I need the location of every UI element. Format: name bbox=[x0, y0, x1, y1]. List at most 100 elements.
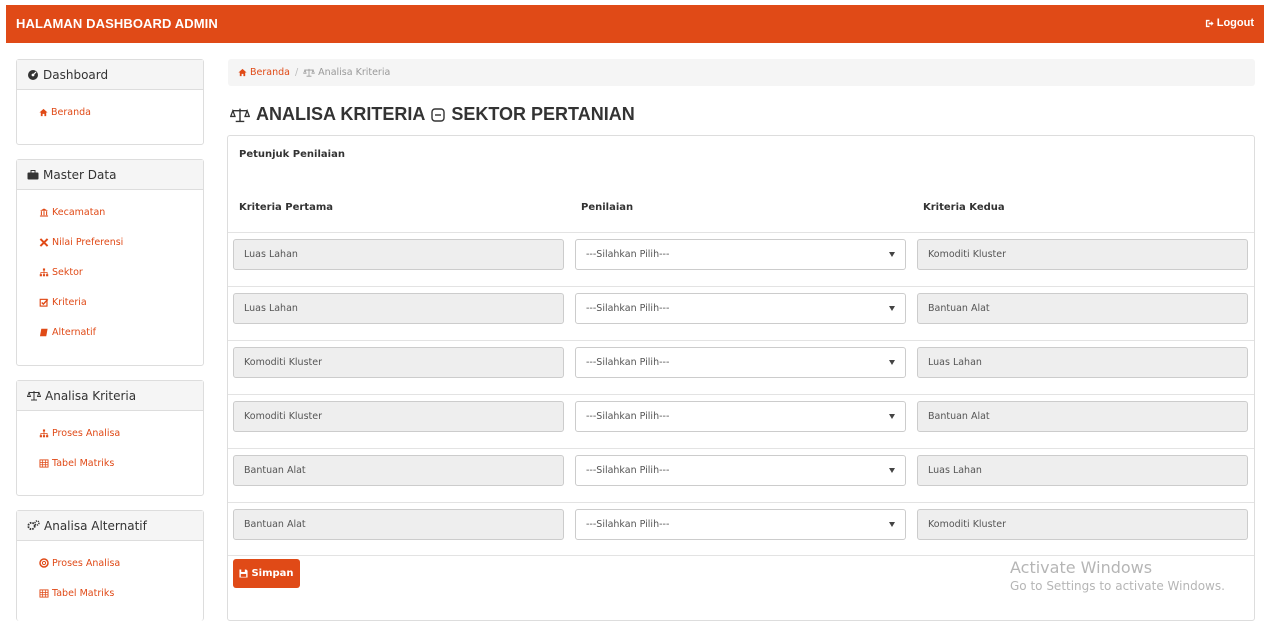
caret-down-icon bbox=[889, 414, 895, 419]
kriteria-pertama-field: Luas Lahan bbox=[233, 293, 564, 324]
penilaian-select[interactable]: ---Silahkan Pilih--- bbox=[575, 239, 906, 270]
analysis-form-card: Petunjuk Penilaian Kriteria Pertama Peni… bbox=[227, 135, 1255, 621]
penilaian-select[interactable]: ---Silahkan Pilih--- bbox=[575, 509, 906, 540]
breadcrumb-separator: / bbox=[294, 67, 299, 78]
balance-scale-icon bbox=[303, 68, 316, 77]
check-square-icon bbox=[39, 298, 49, 307]
sidebar-item-label: Tabel Matriks bbox=[52, 457, 115, 469]
penilaian-select-value: ---Silahkan Pilih--- bbox=[586, 465, 670, 476]
sidebar-item-label: Kecamatan bbox=[52, 206, 106, 218]
page-title: ANALISA KRITERIA SEKTOR PERTANIAN bbox=[230, 104, 635, 125]
penilaian-select-value: ---Silahkan Pilih--- bbox=[586, 303, 670, 314]
table-icon bbox=[39, 458, 49, 468]
kriteria-pertama-field: Bantuan Alat bbox=[233, 455, 564, 486]
sidebar-item-label: Beranda bbox=[51, 106, 91, 118]
sitemap-icon bbox=[39, 267, 49, 277]
table-icon bbox=[39, 588, 49, 598]
sidebar-item-nilai-preferensi[interactable]: Nilai Preferensi bbox=[39, 227, 203, 257]
penilaian-select[interactable]: ---Silahkan Pilih--- bbox=[575, 455, 906, 486]
panel-title: Master Data bbox=[43, 167, 117, 182]
sidebar-item-label: Tabel Matriks bbox=[52, 587, 115, 599]
tachometer-icon bbox=[27, 69, 39, 80]
penilaian-select[interactable]: ---Silahkan Pilih--- bbox=[575, 293, 906, 324]
penilaian-select[interactable]: ---Silahkan Pilih--- bbox=[575, 347, 906, 378]
penilaian-select-value: ---Silahkan Pilih--- bbox=[586, 357, 670, 368]
sidebar-item-proses-analisa-kriteria[interactable]: Proses Analisa bbox=[39, 418, 203, 448]
caret-down-icon bbox=[889, 252, 895, 257]
logout-label: Logout bbox=[1216, 17, 1254, 29]
sidebar-item-label: Alternatif bbox=[52, 326, 96, 338]
sidebar-item-kriteria[interactable]: Kriteria bbox=[39, 287, 203, 317]
panel-title: Analisa Kriteria bbox=[45, 388, 137, 403]
caret-down-icon bbox=[889, 522, 895, 527]
save-button[interactable]: Simpan bbox=[233, 559, 300, 588]
kriteria-pertama-field: Bantuan Alat bbox=[233, 509, 564, 540]
panel-heading: Analisa Alternatif bbox=[17, 511, 203, 541]
breadcrumb-current: Analisa Kriteria bbox=[303, 67, 390, 78]
comparison-row: Komoditi Kluster ---Silahkan Pilih--- Lu… bbox=[228, 340, 1254, 394]
penilaian-select-value: ---Silahkan Pilih--- bbox=[586, 249, 670, 260]
minus-square-icon bbox=[431, 107, 446, 122]
panel-heading: Master Data bbox=[17, 160, 203, 190]
sidebar-item-label: Kriteria bbox=[52, 296, 87, 308]
briefcase-icon bbox=[27, 169, 39, 180]
top-navbar: HALAMAN DASHBOARD ADMIN Logout bbox=[6, 5, 1264, 43]
sidebar-panel-analisa-kriteria: Analisa Kriteria Proses Analisa Tabel Ma… bbox=[16, 380, 204, 496]
panel-title: Analisa Alternatif bbox=[44, 518, 147, 533]
activate-windows-watermark: Activate Windows Go to Settings to activ… bbox=[1010, 558, 1225, 593]
floppy-disk-icon bbox=[239, 569, 249, 578]
breadcrumb-home-label: Beranda bbox=[250, 67, 290, 78]
sidebar-item-beranda[interactable]: Beranda bbox=[39, 97, 203, 127]
watermark-title: Activate Windows bbox=[1010, 558, 1153, 577]
kriteria-pertama-field: Komoditi Kluster bbox=[233, 401, 564, 432]
balance-scale-icon bbox=[27, 390, 41, 401]
column-header-kriteria-kedua: Kriteria Kedua bbox=[923, 202, 1005, 213]
sidebar-panel-master-data: Master Data Kecamatan Nilai Preferensi S… bbox=[16, 159, 204, 366]
page-title-main: ANALISA KRITERIA bbox=[256, 104, 426, 124]
comparison-row: Bantuan Alat ---Silahkan Pilih--- Luas L… bbox=[228, 448, 1254, 502]
kriteria-kedua-field: Luas Lahan bbox=[917, 455, 1248, 486]
caret-down-icon bbox=[889, 360, 895, 365]
panel-heading: Analisa Kriteria bbox=[17, 381, 203, 411]
sidebar-item-kecamatan[interactable]: Kecamatan bbox=[39, 197, 203, 227]
breadcrumb-current-label: Analisa Kriteria bbox=[318, 67, 391, 78]
home-icon bbox=[39, 108, 48, 117]
balance-scale-icon bbox=[230, 107, 250, 123]
sidebar-item-proses-analisa-alternatif[interactable]: Proses Analisa bbox=[39, 548, 203, 578]
sidebar-item-label: Nilai Preferensi bbox=[52, 236, 124, 248]
sign-out-icon bbox=[1205, 19, 1214, 28]
panel-title: Dashboard bbox=[43, 67, 109, 82]
kriteria-pertama-field: Komoditi Kluster bbox=[233, 347, 564, 378]
sidebar-item-alternatif[interactable]: Alternatif bbox=[39, 317, 203, 347]
column-header-kriteria-pertama: Kriteria Pertama bbox=[239, 202, 333, 213]
comparison-row: Luas Lahan ---Silahkan Pilih--- Bantuan … bbox=[228, 286, 1254, 340]
sidebar-item-tabel-matriks-alternatif[interactable]: Tabel Matriks bbox=[39, 578, 203, 608]
sidebar-item-sektor[interactable]: Sektor bbox=[39, 257, 203, 287]
sidebar-item-label: Proses Analisa bbox=[52, 427, 121, 439]
sidebar-panel-dashboard: Dashboard Beranda bbox=[16, 59, 204, 145]
caret-down-icon bbox=[889, 468, 895, 473]
sidebar-item-tabel-matriks-kriteria[interactable]: Tabel Matriks bbox=[39, 448, 203, 478]
kriteria-kedua-field: Bantuan Alat bbox=[917, 293, 1248, 324]
caret-down-icon bbox=[889, 306, 895, 311]
sidebar-panel-analisa-alternatif: Analisa Alternatif Proses Analisa Tabel … bbox=[16, 510, 204, 621]
sitemap-icon bbox=[39, 428, 49, 438]
kriteria-pertama-field: Luas Lahan bbox=[233, 239, 564, 270]
comparison-row: Komoditi Kluster ---Silahkan Pilih--- Ba… bbox=[228, 394, 1254, 448]
penilaian-select-value: ---Silahkan Pilih--- bbox=[586, 411, 670, 422]
sort-icon bbox=[39, 237, 49, 247]
logout-link[interactable]: Logout bbox=[1205, 17, 1254, 29]
penilaian-select[interactable]: ---Silahkan Pilih--- bbox=[575, 401, 906, 432]
page-title-sub: SEKTOR PERTANIAN bbox=[451, 104, 635, 124]
kriteria-kedua-field: Luas Lahan bbox=[917, 347, 1248, 378]
book-icon bbox=[39, 328, 49, 337]
sidebar-item-label: Sektor bbox=[52, 266, 83, 278]
kriteria-kedua-field: Komoditi Kluster bbox=[917, 509, 1248, 540]
watermark-subtitle: Go to Settings to activate Windows. bbox=[1010, 579, 1225, 593]
bank-icon bbox=[39, 207, 49, 217]
comparison-row: Bantuan Alat ---Silahkan Pilih--- Komodi… bbox=[228, 502, 1254, 556]
panel-heading: Dashboard bbox=[17, 60, 203, 90]
petunjuk-penilaian-link[interactable]: Petunjuk Penilaian bbox=[239, 149, 345, 160]
home-icon bbox=[238, 68, 247, 77]
breadcrumb-home-link[interactable]: Beranda bbox=[238, 67, 290, 78]
